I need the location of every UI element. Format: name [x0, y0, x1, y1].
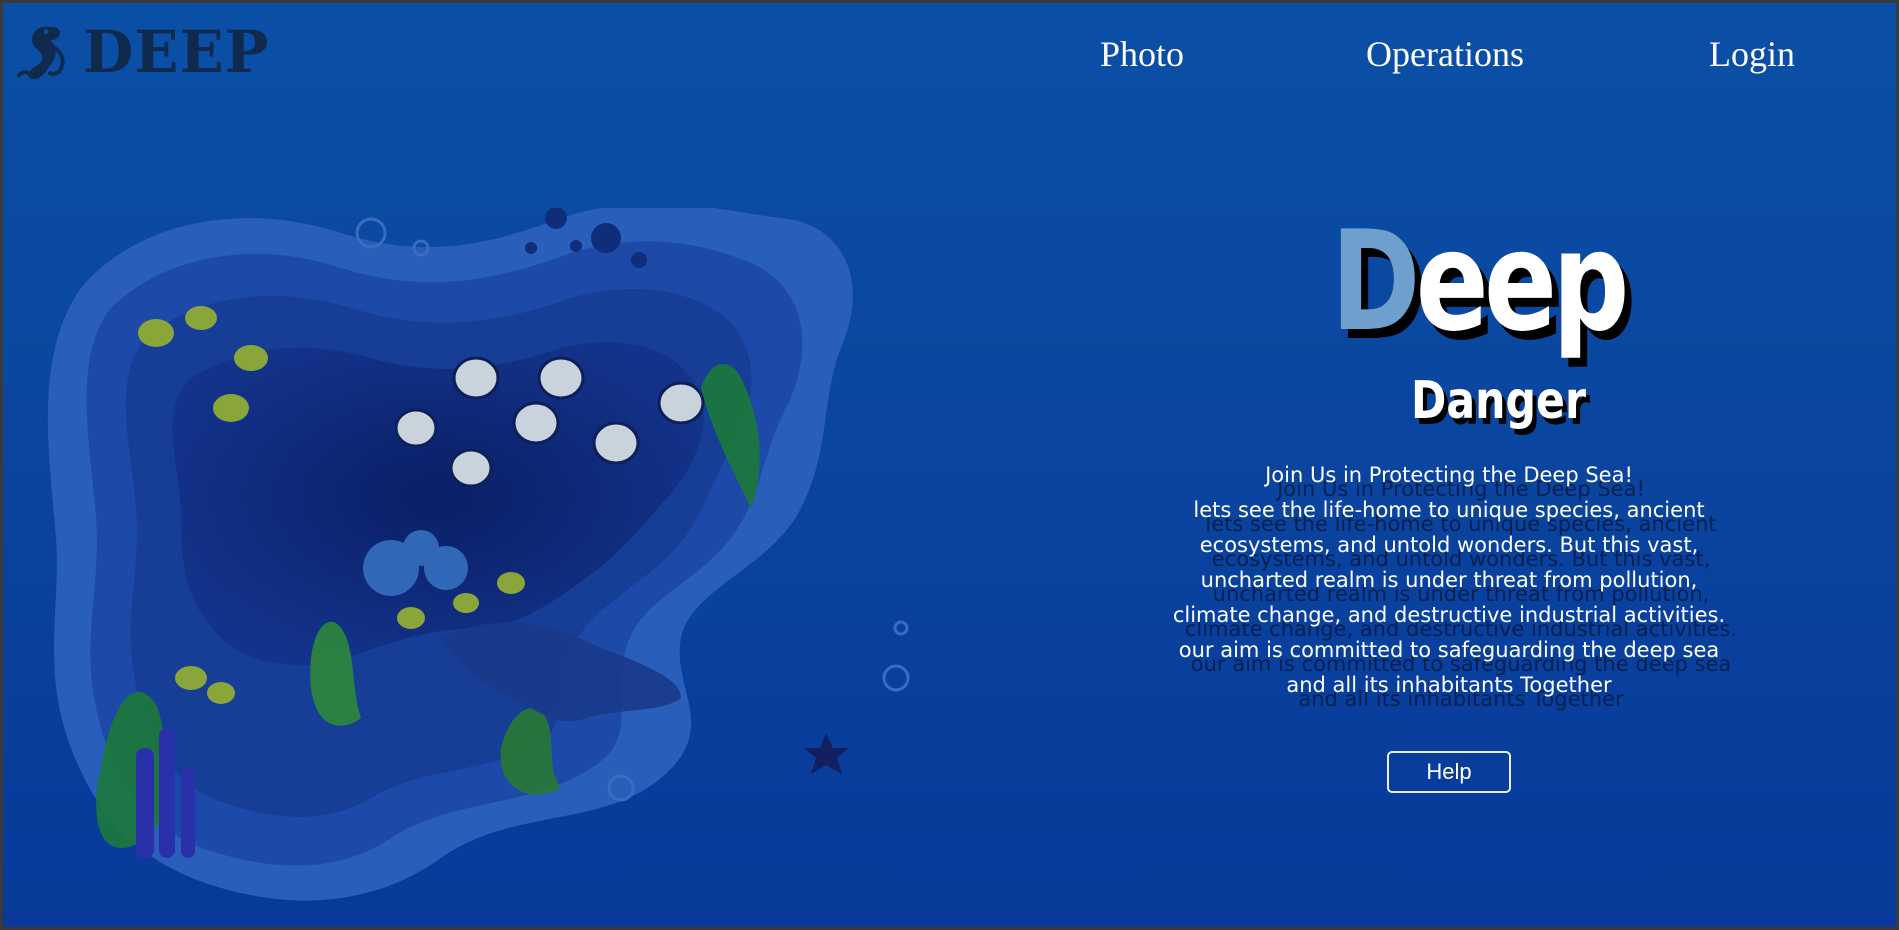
hero-line-1: Join Us in Protecting the Deep Sea! [1265, 463, 1633, 487]
hero-description-text: Join Us in Protecting the Deep Sea! lets… [1123, 458, 1775, 703]
hero-line-2: lets see the life-home to unique species… [1193, 498, 1705, 522]
hero-title-rest: eep [1415, 201, 1630, 362]
hero-title: Deep [1331, 213, 1629, 351]
nav-operations-link[interactable]: Operations [1366, 34, 1524, 75]
hero-subtitle: Danger [1411, 371, 1587, 431]
hero-title-initial: D [1331, 201, 1420, 362]
hero-line-6: our aim is committed to safeguarding the… [1178, 638, 1720, 662]
nav-login-link[interactable]: Login [1709, 34, 1795, 75]
underwater-illustration [47, 208, 910, 901]
hero-line-3: ecosystems, and untold wonders. But this… [1199, 533, 1699, 557]
hero-line-7: and all its inhabitants Together [1286, 673, 1612, 697]
seahorse-icon [17, 26, 65, 80]
logo[interactable]: DEEP [17, 21, 269, 83]
hero-line-4: uncharted realm is under threat from pol… [1200, 568, 1698, 592]
hero-line-5: climate change, and destructive industri… [1172, 603, 1726, 627]
nav-photo-link[interactable]: Photo [1100, 34, 1184, 75]
page: DEEP Photo Operations Login Deep Danger … [3, 3, 1896, 927]
help-button[interactable]: Help [1387, 751, 1511, 793]
hero-description: Join Us in Protecting the Deep Sea! lets… [1123, 458, 1775, 711]
logo-text: DEEP [83, 18, 270, 86]
